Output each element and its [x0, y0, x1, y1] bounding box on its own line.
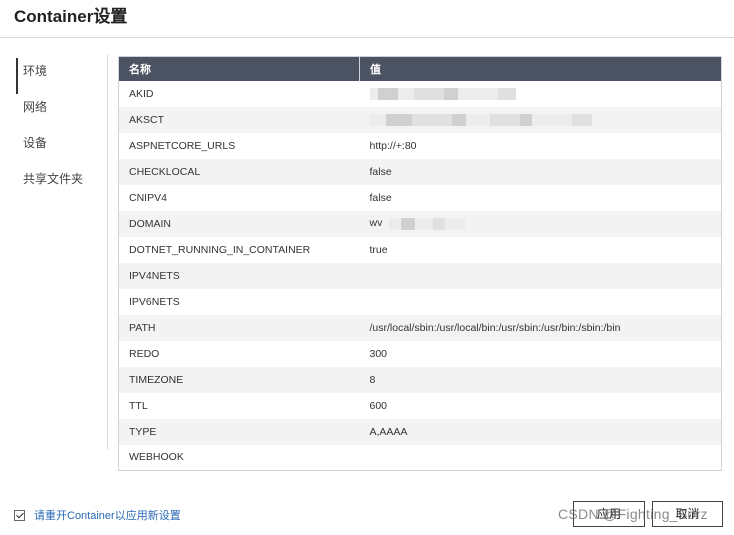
redaction-blur: [369, 87, 378, 100]
table-row[interactable]: CNIPV4 false: [118, 184, 722, 211]
redaction-blur: [415, 217, 434, 230]
env-value[interactable]: wv: [359, 210, 722, 237]
env-value-redacted[interactable]: [359, 106, 722, 133]
table-row[interactable]: AKSCT: [118, 106, 722, 133]
env-value[interactable]: [359, 262, 722, 289]
redaction-blur: [385, 113, 412, 126]
redaction-blur: [433, 217, 446, 230]
table-row[interactable]: IPV4NETS: [118, 262, 722, 289]
redaction-blur: [401, 217, 416, 230]
table-row[interactable]: AKID: [118, 80, 722, 107]
env-name: IPV4NETS: [118, 262, 360, 289]
table-row[interactable]: TIMEZONE 8: [118, 366, 722, 393]
env-name: WEBHOOK: [118, 444, 360, 471]
sidebar-divider: [107, 54, 108, 450]
env-name: TTL: [118, 392, 360, 419]
redaction-blur: [571, 113, 592, 126]
redaction-blur: [369, 113, 386, 126]
redaction-blur: [445, 217, 466, 230]
env-value[interactable]: /usr/local/sbin:/usr/local/bin:/usr/sbin…: [359, 314, 722, 341]
redaction-blur: [451, 113, 466, 126]
table-row[interactable]: CHECKLOCAL false: [118, 158, 722, 185]
title-divider: [0, 37, 734, 38]
env-name: TIMEZONE: [118, 366, 360, 393]
env-value-redacted[interactable]: [359, 80, 722, 107]
restart-notice-text[interactable]: 请重开Container以应用新设置: [34, 507, 181, 523]
checkbox-checked-icon[interactable]: [14, 509, 25, 521]
environment-variables-table: 名称 值 AKID AKSCT ASPNETCORE_URLS http://+…: [118, 56, 722, 471]
redaction-blur: [465, 113, 490, 126]
redaction-blur: [397, 87, 414, 100]
table-row[interactable]: WEBHOOK: [118, 444, 722, 471]
env-name: PATH: [118, 314, 360, 341]
env-name: DOTNET_RUNNING_IN_CONTAINER: [118, 236, 360, 263]
dialog-title: Container设置: [14, 7, 128, 26]
env-value[interactable]: http://+:80: [359, 132, 722, 159]
env-name: TYPE: [118, 418, 360, 445]
env-name: IPV6NETS: [118, 288, 360, 315]
column-header-name: 名称: [118, 56, 360, 81]
table-row[interactable]: ASPNETCORE_URLS http://+:80: [118, 132, 722, 159]
sidebar-item-shared-folders[interactable]: 共享文件夹: [16, 166, 102, 202]
redaction-blur: [413, 87, 444, 100]
redaction-blur: [489, 113, 520, 126]
sidebar-item-devices[interactable]: 设备: [16, 130, 102, 166]
sidebar-item-environment[interactable]: 环境: [16, 58, 102, 94]
redaction-blur: [531, 113, 572, 126]
env-value-text: wv: [369, 217, 383, 230]
sidebar-item-network[interactable]: 网络: [16, 94, 102, 130]
env-value[interactable]: false: [359, 184, 722, 211]
table-header-row: 名称 值: [118, 56, 722, 81]
redaction-blur: [497, 87, 516, 100]
redaction-blur: [519, 113, 532, 126]
redaction-blur: [411, 113, 452, 126]
env-value[interactable]: 8: [359, 366, 722, 393]
redaction-blur: [377, 87, 398, 100]
redaction-blur: [443, 87, 458, 100]
env-name: CHECKLOCAL: [118, 158, 360, 185]
redaction-blur: [457, 87, 498, 100]
env-name: AKID: [118, 80, 360, 107]
settings-sidebar: 环境 网络 设备 共享文件夹: [16, 58, 102, 202]
table-row[interactable]: IPV6NETS: [118, 288, 722, 315]
env-value[interactable]: A,AAAA: [359, 418, 722, 445]
env-value[interactable]: 300: [359, 340, 722, 367]
env-value[interactable]: true: [359, 236, 722, 263]
table-row[interactable]: PATH /usr/local/sbin:/usr/local/bin:/usr…: [118, 314, 722, 341]
table-row[interactable]: REDO 300: [118, 340, 722, 367]
env-name: DOMAIN: [118, 210, 360, 237]
env-value[interactable]: false: [359, 158, 722, 185]
env-value[interactable]: 600: [359, 392, 722, 419]
table-row[interactable]: TYPE A,AAAA: [118, 418, 722, 445]
table-row[interactable]: TTL 600: [118, 392, 722, 419]
env-name: AKSCT: [118, 106, 360, 133]
table-row[interactable]: DOMAIN wv: [118, 210, 722, 237]
apply-button[interactable]: 应用: [573, 501, 645, 527]
restart-notice: 请重开Container以应用新设置: [14, 507, 181, 523]
cancel-button[interactable]: 取消: [652, 501, 723, 527]
column-header-value: 值: [359, 56, 722, 81]
env-value[interactable]: [359, 288, 722, 315]
env-name: CNIPV4: [118, 184, 360, 211]
env-name: ASPNETCORE_URLS: [118, 132, 360, 159]
table-row[interactable]: DOTNET_RUNNING_IN_CONTAINER true: [118, 236, 722, 263]
env-value[interactable]: [359, 444, 722, 471]
redaction-blur: [389, 217, 402, 230]
env-name: REDO: [118, 340, 360, 367]
